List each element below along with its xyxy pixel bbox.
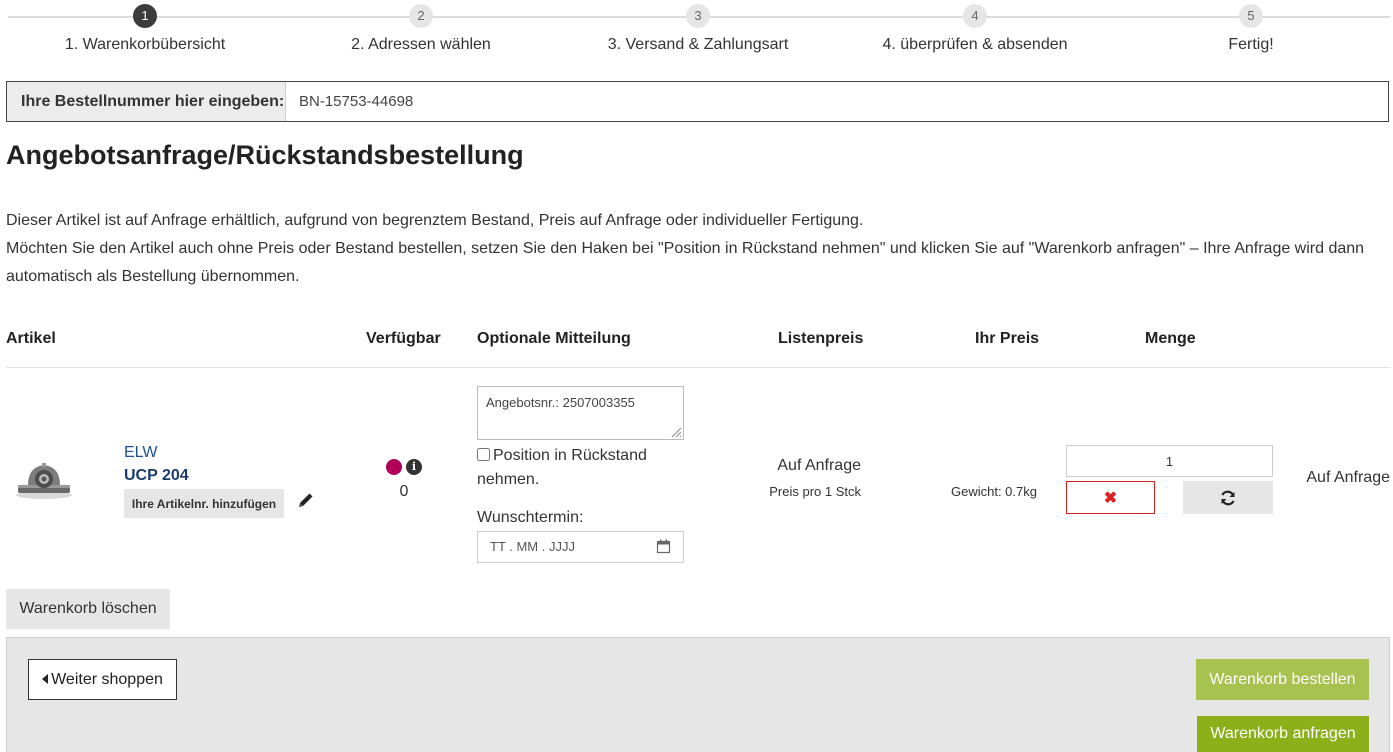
pencil-icon[interactable] xyxy=(296,492,314,510)
availability-dot xyxy=(386,459,402,475)
info-line-1: Dieser Artikel ist auf Anfrage erhältlic… xyxy=(6,212,864,229)
header-available: Verfügbar xyxy=(366,330,441,347)
step-label: 2. Adressen wählen xyxy=(351,36,491,53)
order-number-label: Ihre Bestellnummer hier eingeben: xyxy=(7,82,286,121)
add-article-number-button[interactable]: Ihre Artikelnr. hinzufügen xyxy=(124,489,284,518)
step-label: Fertig! xyxy=(1228,36,1274,53)
product-image[interactable] xyxy=(14,455,74,501)
calendar-icon[interactable] xyxy=(656,539,671,554)
order-number-group: Ihre Bestellnummer hier eingeben: xyxy=(6,81,1389,122)
available-count: 0 xyxy=(399,483,409,500)
backorder-option[interactable]: Position in Rückstand nehmen. xyxy=(477,444,677,492)
info-text: Dieser Artikel ist auf Anfrage erhältlic… xyxy=(6,207,1386,291)
close-icon: ✖ xyxy=(1103,489,1118,507)
date-placeholder: TT . MM . JJJJ xyxy=(490,539,575,554)
header-quantity: Menge xyxy=(1145,330,1196,347)
message-textarea[interactable]: Angebotsnr.: 2507003355 xyxy=(477,386,684,440)
info-line-2: Möchten Sie den Artikel auch ohne Preis … xyxy=(6,240,1365,285)
header-article: Artikel xyxy=(6,330,56,347)
order-cart-button[interactable]: Warenkorb bestellen xyxy=(1196,659,1369,700)
checkout-steps: 1 1. Warenkorbübersicht 2 2. Adressen wä… xyxy=(0,0,1393,60)
step-5[interactable]: 5 Fertig! xyxy=(1131,4,1371,54)
continue-shopping-button[interactable]: Weiter shoppen xyxy=(28,659,177,700)
header-divider xyxy=(6,367,1390,368)
continue-shopping-label: Weiter shoppen xyxy=(51,670,163,688)
step-number: 3 xyxy=(686,4,710,28)
price-per-unit: Preis pro 1 Stck xyxy=(769,484,861,499)
order-number-input[interactable] xyxy=(286,82,1388,121)
backorder-label: Position in Rückstand nehmen. xyxy=(477,447,647,488)
quantity-input[interactable] xyxy=(1066,445,1273,477)
step-number: 4 xyxy=(963,4,987,28)
backorder-checkbox[interactable] xyxy=(477,448,490,461)
page-title: Angebotsanfrage/Rückstandsbestellung xyxy=(6,140,524,170)
clear-cart-button[interactable]: Warenkorb löschen xyxy=(6,589,170,629)
list-price: Auf Anfrage xyxy=(777,457,861,474)
header-message: Optionale Mitteilung xyxy=(477,330,631,347)
desired-date-input[interactable]: TT . MM . JJJJ xyxy=(477,531,684,563)
product-name[interactable]: UCP 204 xyxy=(124,467,189,485)
step-number: 2 xyxy=(409,4,433,28)
step-label: 1. Warenkorbübersicht xyxy=(64,36,226,53)
item-weight: Gewicht: 0.7kg xyxy=(951,484,1037,499)
header-your-price: Ihr Preis xyxy=(975,330,1040,347)
header-list-price: Listenpreis xyxy=(778,330,864,347)
product-brand[interactable]: ELW xyxy=(124,444,157,462)
step-3[interactable]: 3 3. Versand & Zahlungsart xyxy=(578,4,818,54)
step-number: 1 xyxy=(133,4,157,28)
step-4[interactable]: 4 4. überprüfen & absenden xyxy=(855,4,1095,54)
step-2[interactable]: 2 2. Adressen wählen xyxy=(301,4,541,54)
step-number: 5 xyxy=(1239,4,1263,28)
refresh-icon xyxy=(1221,490,1235,505)
info-icon[interactable]: i xyxy=(406,459,422,475)
delete-item-button[interactable]: ✖ xyxy=(1066,481,1155,514)
request-cart-button[interactable]: Warenkorb anfragen xyxy=(1197,716,1369,752)
step-label: 3. Versand & Zahlungsart xyxy=(607,36,789,53)
step-label: 4. überprüfen & absenden xyxy=(882,36,1068,53)
row-status: Auf Anfrage xyxy=(1306,469,1390,486)
resize-handle-icon[interactable] xyxy=(670,426,682,438)
cart-footer xyxy=(6,637,1390,752)
caret-left-icon xyxy=(42,673,49,684)
step-1[interactable]: 1 1. Warenkorbübersicht xyxy=(25,4,265,54)
refresh-button[interactable] xyxy=(1183,481,1273,514)
desired-date-label: Wunschtermin: xyxy=(477,509,584,526)
